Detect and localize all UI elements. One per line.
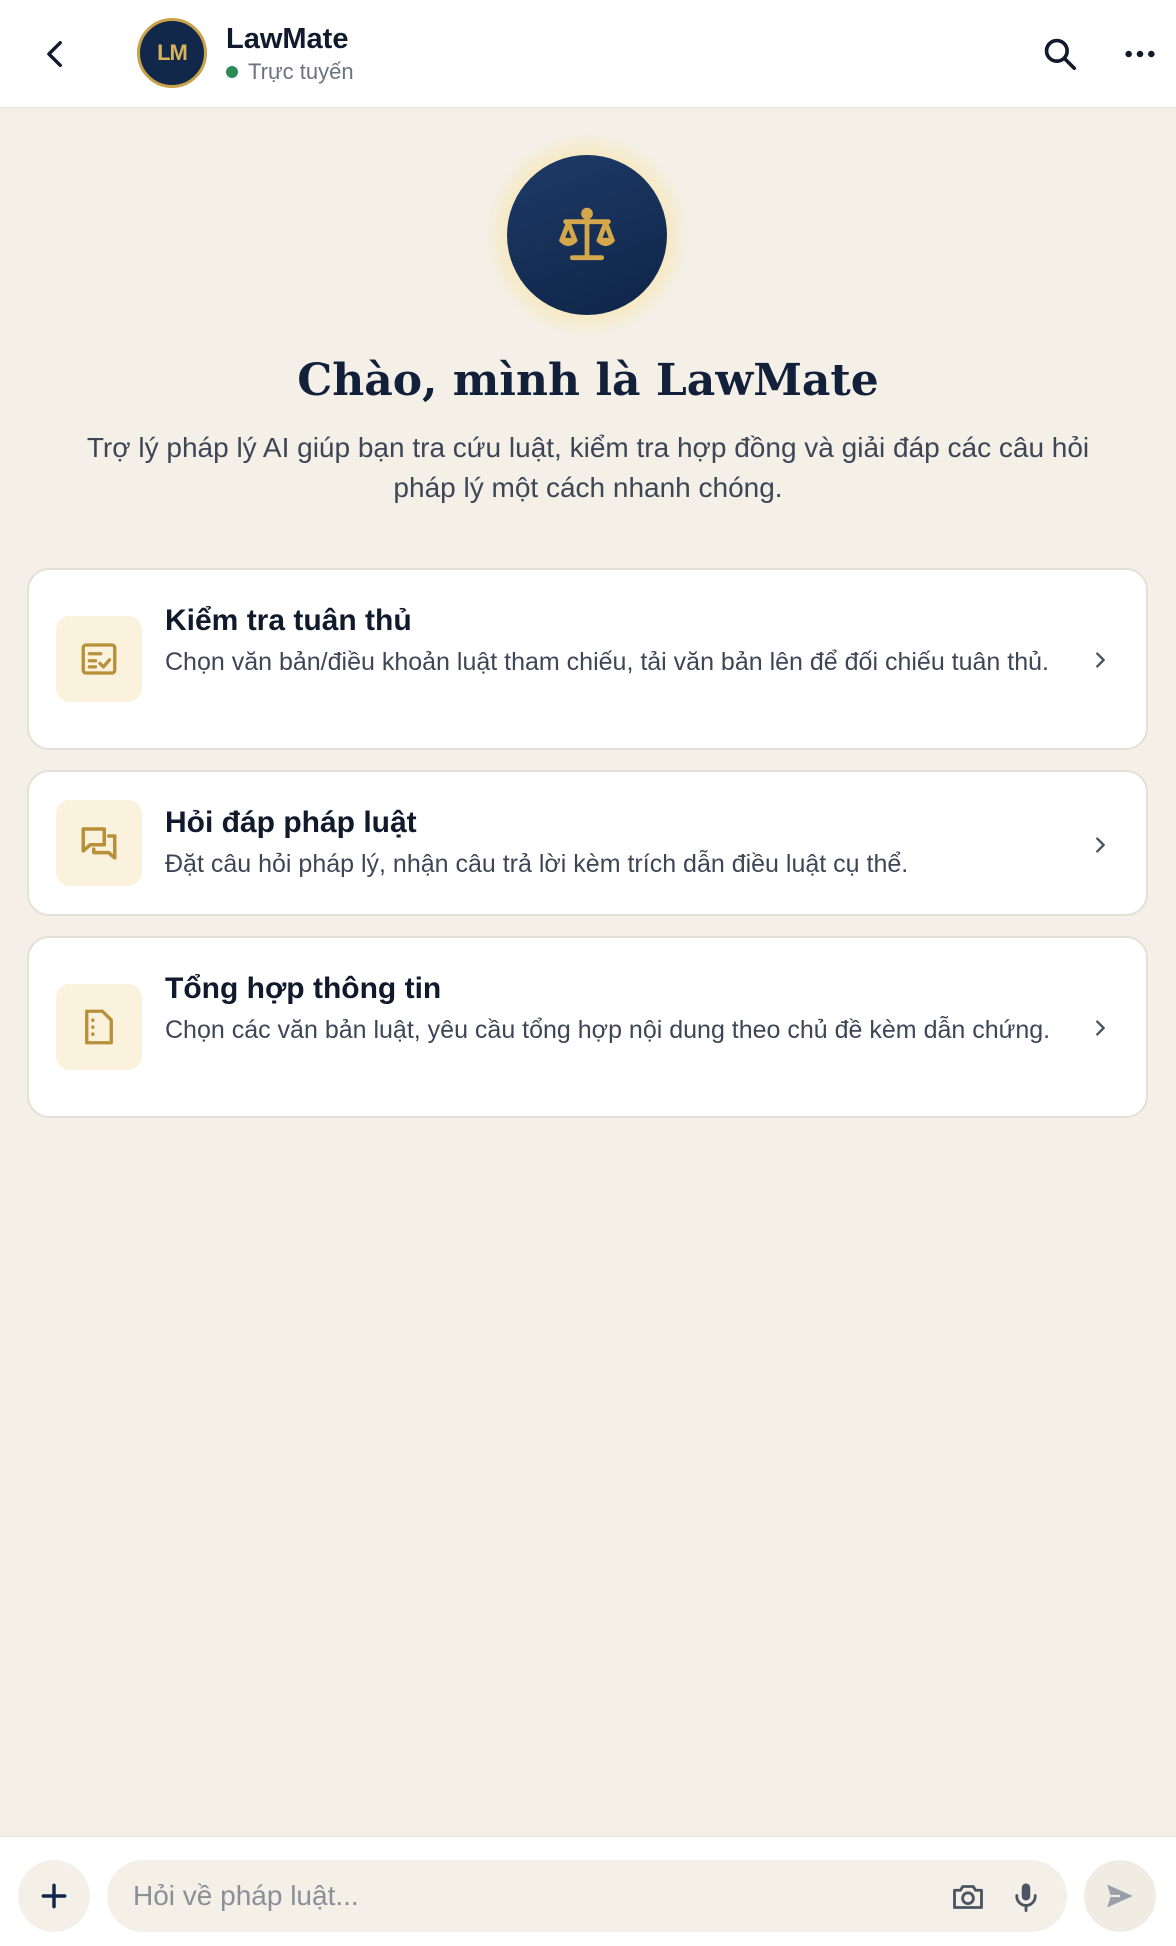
chat-bubbles-icon	[81, 827, 117, 860]
hero-logo	[507, 155, 667, 315]
app-screen: LM LawMate Trực tuyến Chào, mình là LawM…	[0, 0, 1176, 1946]
avatar[interactable]: LM	[137, 18, 207, 88]
card-legal-qa[interactable]: Hỏi đáp pháp luật Đặt câu hỏi pháp lý, n…	[27, 770, 1148, 916]
app-title: LawMate	[226, 23, 349, 55]
scale-icon	[559, 207, 615, 261]
card-compliance-check[interactable]: Kiểm tra tuân thủ Chọn văn bản/điều khoả…	[27, 568, 1148, 750]
card-text: Tổng hợp thông tin Chọn các văn bản luật…	[165, 968, 1095, 1048]
card-icon-container	[56, 984, 142, 1070]
avatar-initials: LM	[157, 40, 188, 65]
search-icon	[1044, 38, 1077, 71]
card-icon-container	[56, 800, 142, 886]
back-button[interactable]	[28, 26, 84, 82]
chevron-right-icon	[1088, 825, 1112, 865]
checklist-icon	[81, 643, 117, 675]
message-composer	[0, 1836, 1176, 1946]
status-row: Trực tuyến	[226, 58, 354, 86]
card-text: Hỏi đáp pháp luật Đặt câu hỏi pháp lý, n…	[165, 802, 1095, 882]
online-status-dot	[226, 66, 238, 78]
welcome-title: Chào, mình là LawMate	[297, 355, 879, 406]
search-button[interactable]	[1030, 24, 1090, 84]
welcome-subtitle: Trợ lý pháp lý AI giúp bạn tra cứu luật,…	[86, 432, 1090, 503]
card-description: Chọn các văn bản luật, yêu cầu tổng hợp …	[165, 1016, 1051, 1044]
microphone-button[interactable]	[1001, 1872, 1051, 1922]
attach-button[interactable]	[18, 1860, 90, 1932]
send-button[interactable]	[1084, 1860, 1156, 1932]
more-horizontal-icon	[1125, 50, 1155, 58]
camera-button[interactable]	[943, 1872, 993, 1922]
card-description: Đặt câu hỏi pháp lý, nhận câu trả lời kè…	[165, 850, 909, 878]
chevron-right-icon	[1088, 1008, 1112, 1048]
card-info-summary[interactable]: Tổng hợp thông tin Chọn các văn bản luật…	[27, 936, 1148, 1118]
chat-header: LM LawMate Trực tuyến	[0, 0, 1176, 108]
card-text: Kiểm tra tuân thủ Chọn văn bản/điều khoả…	[165, 600, 1095, 680]
header-title-block: LawMate Trực tuyến	[226, 20, 354, 86]
message-input-wrapper	[107, 1860, 1067, 1932]
more-options-button[interactable]	[1110, 24, 1170, 84]
microphone-icon	[1015, 1883, 1037, 1912]
card-icon-container	[56, 616, 142, 702]
status-text: Trực tuyến	[248, 59, 354, 84]
card-title: Hỏi đáp pháp luật	[165, 806, 417, 839]
document-icon	[85, 1009, 113, 1045]
send-icon	[1107, 1884, 1133, 1908]
camera-icon	[953, 1885, 983, 1909]
card-description: Chọn văn bản/điều khoản luật tham chiếu,…	[165, 648, 1049, 676]
plus-icon	[41, 1883, 67, 1909]
chevron-right-icon	[1088, 640, 1112, 680]
message-input[interactable]	[133, 1860, 913, 1932]
chevron-left-icon	[47, 40, 62, 68]
card-title: Kiểm tra tuân thủ	[165, 604, 412, 637]
card-title: Tổng hợp thông tin	[165, 972, 442, 1005]
